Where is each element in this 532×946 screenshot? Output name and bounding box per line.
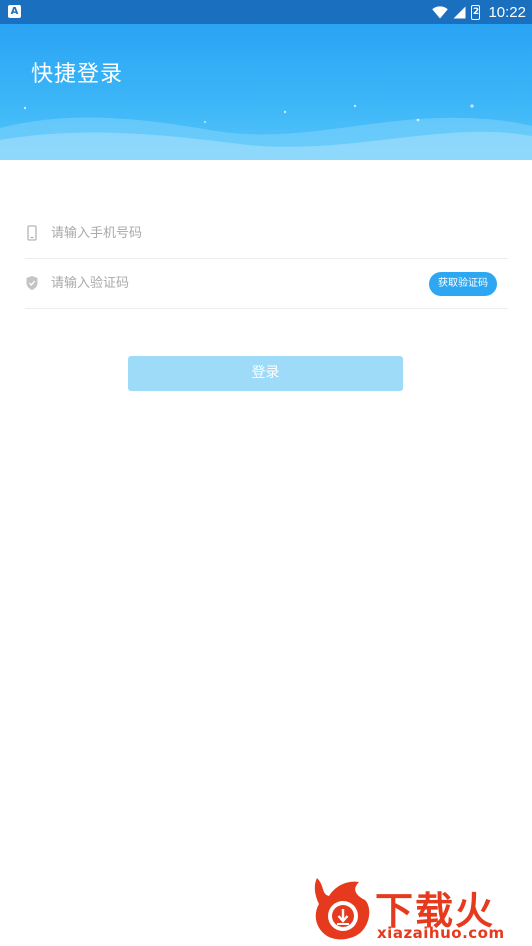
watermark-url: xiazaihuo.com bbox=[377, 924, 505, 942]
header-banner: 快捷登录 bbox=[0, 24, 532, 160]
get-code-button[interactable]: 获取验证码 bbox=[429, 272, 497, 296]
battery-icon: 2 bbox=[471, 4, 481, 20]
login-button[interactable]: 登录 bbox=[128, 356, 403, 391]
status-time: 10:22 bbox=[488, 3, 526, 21]
flame-logo-icon bbox=[314, 878, 370, 940]
code-input[interactable] bbox=[51, 272, 351, 294]
watermark: 下载火 xiazaihuo.com bbox=[311, 876, 526, 944]
status-bar: A 2 10:22 bbox=[0, 0, 532, 24]
shield-icon bbox=[26, 276, 38, 290]
header-waves bbox=[0, 104, 532, 160]
status-right-group: 2 10:22 bbox=[432, 0, 526, 24]
login-screen: A 2 10:22 快捷登录 请输入手机号码 请输入验证码 获取验证码 登录 下… bbox=[0, 0, 532, 946]
notification-icon: A bbox=[8, 5, 21, 18]
phone-input[interactable] bbox=[51, 222, 421, 244]
battery-level: 2 bbox=[472, 6, 480, 17]
wifi-icon bbox=[432, 5, 449, 18]
code-row: 获取验证码 bbox=[25, 258, 508, 309]
phone-row bbox=[25, 208, 508, 259]
page-title: 快捷登录 bbox=[31, 62, 124, 87]
signal-icon bbox=[453, 6, 466, 18]
phone-icon bbox=[27, 225, 37, 241]
